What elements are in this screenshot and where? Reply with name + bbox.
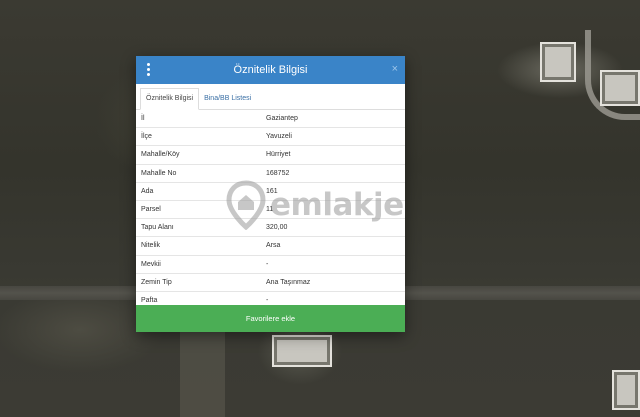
- row-value: -: [266, 296, 269, 304]
- row-label: Zemin Tip: [141, 278, 172, 286]
- close-icon[interactable]: ×: [392, 62, 398, 76]
- row-value: Arsa: [266, 242, 281, 250]
- more-vertical-icon[interactable]: [144, 63, 152, 77]
- dialog-header: Öznitelik Bilgisi ×: [136, 56, 405, 84]
- row-value: 320,00: [266, 224, 288, 232]
- row-value: 168752: [266, 169, 290, 177]
- row-value: 161: [266, 187, 278, 195]
- table-row: Nitelik Arsa: [136, 237, 405, 256]
- row-value: Gaziantep: [266, 115, 298, 123]
- row-label: Mevkii: [141, 260, 161, 268]
- tab-bar: Öznitelik Bilgisi Bina/BB Listesi: [136, 84, 405, 110]
- tab-attribute-info[interactable]: Öznitelik Bilgisi: [140, 88, 200, 110]
- row-label: Mahalle No: [141, 169, 177, 177]
- attribute-table: İl Gaziantep İlçe Yavuzeli Mahalle/Köy H…: [136, 110, 405, 311]
- row-value: 11: [266, 206, 274, 214]
- map-building: [272, 335, 332, 367]
- row-value: Yavuzeli: [266, 133, 292, 141]
- table-row: Zemin Tip Ana Taşınmaz: [136, 274, 405, 292]
- table-row: Mahalle No 168752: [136, 165, 405, 183]
- table-row: Tapu Alanı 320,00: [136, 219, 405, 238]
- row-value: Ana Taşınmaz: [266, 278, 311, 286]
- map-building: [612, 370, 640, 410]
- row-label: Pafta: [141, 296, 158, 304]
- add-to-favorites-button[interactable]: Favorilere ekle: [136, 305, 405, 332]
- row-value: Hürriyet: [266, 151, 291, 159]
- table-row: İlçe Yavuzeli: [136, 128, 405, 147]
- row-label: İl: [141, 115, 145, 123]
- table-row: Mahalle/Köy Hürriyet: [136, 146, 405, 165]
- row-label: Parsel: [141, 206, 161, 214]
- tab-building-list[interactable]: Bina/BB Listesi: [199, 89, 256, 109]
- row-label: Mahalle/Köy: [141, 151, 180, 159]
- row-label: Tapu Alanı: [141, 224, 174, 232]
- map-building: [600, 70, 640, 106]
- attribute-info-dialog: Öznitelik Bilgisi × Öznitelik Bilgisi Bi…: [136, 56, 405, 332]
- dialog-title: Öznitelik Bilgisi: [233, 64, 308, 76]
- table-row: Parsel 11: [136, 201, 405, 220]
- row-label: İlçe: [141, 133, 152, 141]
- row-label: Nitelik: [141, 242, 161, 250]
- table-row: Mevkii -: [136, 256, 405, 274]
- table-row: Ada 161: [136, 183, 405, 201]
- row-value: -: [266, 260, 269, 268]
- table-row: İl Gaziantep: [136, 110, 405, 129]
- map-building: [540, 42, 576, 82]
- row-label: Ada: [141, 187, 154, 195]
